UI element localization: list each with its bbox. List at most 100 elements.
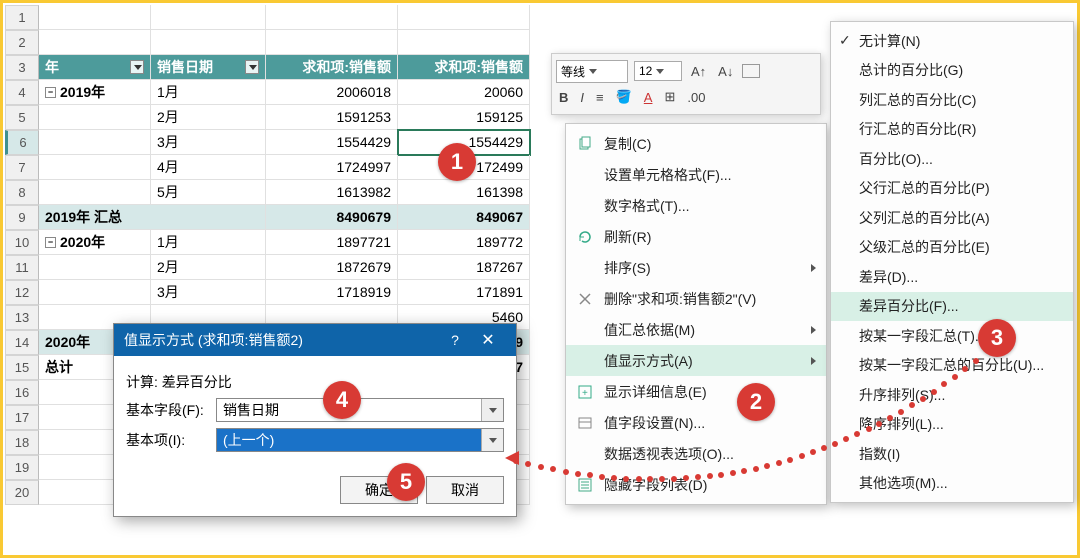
subtotal-value2[interactable]: 849067 [398,205,530,230]
cell-year[interactable] [39,130,151,155]
submenu-item[interactable]: 父行汇总的百分比(P) [831,174,1073,204]
filter-dropdown-icon[interactable] [245,60,259,74]
cell[interactable] [39,30,151,55]
cell-value[interactable]: 1554429 [266,130,398,155]
context-menu-item[interactable]: 删除"求和项:销售额2"(V) [566,283,826,314]
context-menu-item[interactable]: 数据透视表选项(O)... [566,438,826,469]
collapse-icon[interactable]: − [45,237,56,248]
row-header[interactable]: 16 [5,380,39,405]
borders-button[interactable]: ⊞ [661,88,678,106]
row-header[interactable]: 10 [5,230,39,255]
submenu-item[interactable]: 按某一字段汇总(T)... [831,321,1073,351]
row-header[interactable]: 12 [5,280,39,305]
row-header[interactable]: 13 [5,305,39,330]
cell-value2[interactable]: 171891 [398,280,530,305]
cell-year[interactable] [39,105,151,130]
cell-year[interactable]: −2020年 [39,230,151,255]
submenu-item[interactable]: 差异(D)... [831,262,1073,292]
submenu-item[interactable]: 父列汇总的百分比(A) [831,203,1073,233]
context-menu-item[interactable]: 值汇总依据(M) [566,314,826,345]
cell-year[interactable] [39,280,151,305]
fill-color-button[interactable]: 🪣 [613,88,635,106]
row-header[interactable]: 15 [5,355,39,380]
format-painter-icon[interactable] [742,64,760,78]
font-color-button[interactable]: A [641,89,656,106]
context-menu-item[interactable]: 设置单元格格式(F)... [566,159,826,190]
row-header[interactable]: 18 [5,430,39,455]
submenu-item[interactable]: 百分比(O)... [831,144,1073,174]
row-header[interactable]: 8 [5,180,39,205]
cell-year[interactable] [39,180,151,205]
context-menu-item[interactable]: 值字段设置(N)... [566,407,826,438]
subtotal-value[interactable]: 8490679 [266,205,398,230]
cell-value2[interactable]: 159125 [398,105,530,130]
cell-month[interactable]: 3月 [151,130,266,155]
decimals-button[interactable]: .00 [684,89,708,106]
submenu-item[interactable]: 指数(I) [831,439,1073,469]
context-menu-item[interactable]: 数字格式(T)... [566,190,826,221]
cell[interactable] [151,30,266,55]
cell[interactable] [398,5,530,30]
cell-month[interactable]: 4月 [151,155,266,180]
context-menu-item[interactable]: 刷新(R) [566,221,826,252]
cell-value[interactable]: 1724997 [266,155,398,180]
decrease-font-icon[interactable]: A↓ [715,63,736,80]
row-header[interactable]: 19 [5,455,39,480]
cancel-button[interactable]: 取消 [426,476,504,504]
context-menu-item[interactable]: 复制(C) [566,128,826,159]
base-item-select[interactable]: (上一个) [216,428,504,452]
row-header[interactable]: 11 [5,255,39,280]
submenu-item[interactable]: 差异百分比(F)... [831,292,1073,322]
row-header[interactable]: 20 [5,480,39,505]
row-header[interactable]: 2 [5,30,39,55]
submenu-item[interactable]: 列汇总的百分比(C) [831,85,1073,115]
row-header[interactable]: 14 [5,330,39,355]
cell[interactable] [151,5,266,30]
close-button[interactable]: ✕ [470,330,506,350]
align-button[interactable]: ≡ [593,89,607,106]
cell-month[interactable]: 2月 [151,105,266,130]
bold-button[interactable]: B [556,89,571,106]
cell-value[interactable]: 1897721 [266,230,398,255]
cell-value[interactable]: 1591253 [266,105,398,130]
font-select[interactable]: 等线 [556,60,628,83]
cell-value[interactable]: 1718919 [266,280,398,305]
row-header[interactable]: 9 [5,205,39,230]
row-header[interactable]: 3 [5,55,39,80]
cell-month[interactable]: 1月 [151,80,266,105]
row-header[interactable]: 5 [5,105,39,130]
context-menu-item[interactable]: 排序(S) [566,252,826,283]
submenu-item[interactable]: 其他选项(M)... [831,469,1073,499]
cell[interactable] [266,30,398,55]
row-header[interactable]: 17 [5,405,39,430]
size-select[interactable]: 12 [634,61,682,81]
submenu-item[interactable]: 父级汇总的百分比(E) [831,233,1073,263]
cell-value2[interactable]: 189772 [398,230,530,255]
cell[interactable] [398,30,530,55]
submenu-item[interactable]: 行汇总的百分比(R) [831,115,1073,145]
row-header[interactable]: 4 [5,80,39,105]
cell[interactable] [266,5,398,30]
column-header[interactable]: 求和项:销售额 [266,55,398,80]
italic-button[interactable]: I [577,89,587,106]
submenu-item[interactable]: 降序排列(L)... [831,410,1073,440]
cell-value2[interactable]: 161398 [398,180,530,205]
row-header[interactable]: 6 [5,130,39,155]
cell-month[interactable]: 5月 [151,180,266,205]
cell-value2[interactable]: 187267 [398,255,530,280]
column-header[interactable]: 求和项:销售额 [398,55,530,80]
submenu-item[interactable]: 总计的百分比(G) [831,56,1073,86]
filter-dropdown-icon[interactable] [130,60,144,74]
cell-month[interactable]: 3月 [151,280,266,305]
cell-month[interactable]: 2月 [151,255,266,280]
cell-month[interactable]: 1月 [151,230,266,255]
cell-value[interactable]: 1613982 [266,180,398,205]
cell[interactable] [39,5,151,30]
submenu-item[interactable]: ✓无计算(N) [831,26,1073,56]
context-menu-item[interactable]: +显示详细信息(E) [566,376,826,407]
cell-year[interactable] [39,155,151,180]
cell-value2[interactable]: 20060 [398,80,530,105]
help-button[interactable]: ? [440,332,470,348]
cell-value[interactable]: 1872679 [266,255,398,280]
row-header[interactable]: 7 [5,155,39,180]
